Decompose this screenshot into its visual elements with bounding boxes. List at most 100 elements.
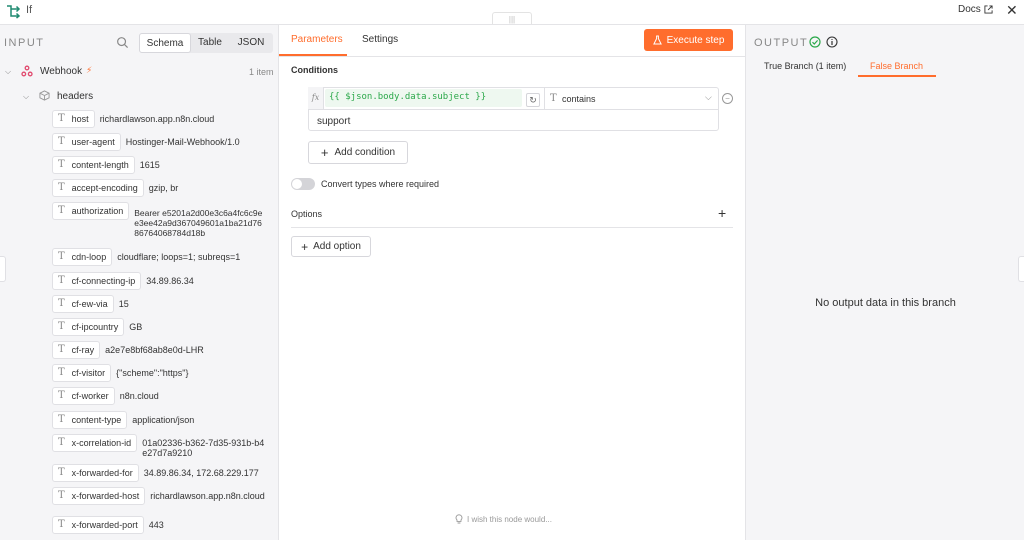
field-key: x-forwarded-port bbox=[71, 520, 138, 530]
field-key: cf-worker bbox=[71, 391, 109, 401]
field-key-pill[interactable]: Tcontent-type bbox=[52, 411, 128, 429]
operator-select[interactable]: contains bbox=[562, 94, 596, 104]
field-key: x-forwarded-for bbox=[71, 468, 133, 478]
flask-icon bbox=[652, 35, 662, 45]
schema-field: Tcf-visitor {"scheme":"https"} bbox=[52, 364, 256, 382]
options-heading: Options bbox=[291, 209, 323, 219]
input-panel-collapse-handle[interactable] bbox=[0, 256, 6, 282]
string-type-icon: T bbox=[58, 367, 65, 378]
empty-output-message: No output data in this branch bbox=[815, 297, 956, 309]
field-key-pill[interactable]: Tcf-connecting-ip bbox=[52, 272, 142, 290]
feedback-link[interactable]: I wish this node would... bbox=[455, 514, 552, 524]
add-options-plus-icon[interactable]: + bbox=[718, 205, 726, 221]
search-icon[interactable] bbox=[116, 36, 129, 49]
field-key: cf-ew-via bbox=[71, 299, 108, 309]
field-value: 1615 bbox=[139, 160, 160, 170]
string-type-icon: T bbox=[58, 205, 65, 216]
field-key: content-type bbox=[71, 415, 122, 425]
field-key-pill[interactable]: Tuser-agent bbox=[52, 133, 121, 151]
docs-label: Docs bbox=[958, 4, 981, 15]
schema-field: Tx-correlation-id 01a02336-b362-7d35-931… bbox=[52, 434, 268, 458]
tab-parameters[interactable]: Parameters bbox=[291, 34, 343, 45]
schema-field: Thost richardlawson.app.n8n.cloud bbox=[52, 110, 270, 128]
left-value-expression[interactable]: {{ $json.body.data.subject }} bbox=[329, 92, 486, 102]
schema-field: Tcontent-length 1615 bbox=[52, 156, 260, 174]
output-panel-collapse-handle[interactable] bbox=[1018, 256, 1024, 282]
display-mode-switch: Schema Table JSON bbox=[139, 33, 273, 53]
schema-field: Tcdn-loop cloudflare; loops=1; subreqs=1 bbox=[52, 248, 267, 266]
chevron-down-icon[interactable]: ⌵ bbox=[5, 67, 11, 77]
field-value: Bearer e5201a2d00e3c6a4fc6c9ee3ee42a9d36… bbox=[134, 208, 263, 238]
field-key: content-length bbox=[71, 160, 129, 170]
node-title[interactable]: If bbox=[26, 4, 32, 16]
schema-field: Tx-forwarded-host richardlawson.app.n8n.… bbox=[52, 487, 278, 505]
field-key-pill[interactable]: Tx-forwarded-for bbox=[52, 464, 139, 482]
webhook-node-label[interactable]: Webhook bbox=[40, 66, 82, 77]
field-key-pill[interactable]: Tx-forwarded-port bbox=[52, 516, 144, 534]
active-tab-indicator bbox=[858, 75, 936, 77]
right-value-input[interactable]: support bbox=[317, 116, 350, 127]
convert-types-label: Convert types where required bbox=[321, 179, 440, 189]
field-key: authorization bbox=[71, 206, 124, 216]
execute-step-button[interactable]: Execute step bbox=[644, 29, 733, 51]
options-divider bbox=[291, 227, 733, 228]
field-key-pill[interactable]: Tcf-visitor bbox=[52, 364, 112, 382]
string-type-icon: T bbox=[58, 113, 65, 124]
field-value: 01a02336-b362-7d35-931b-b4e27d7a9210 bbox=[142, 438, 265, 458]
field-key: x-forwarded-host bbox=[71, 491, 140, 501]
string-type-icon: T bbox=[58, 159, 65, 170]
field-key-pill[interactable]: Thost bbox=[52, 110, 95, 128]
schema-field: Tcf-worker n8n.cloud bbox=[52, 387, 230, 405]
mode-table-button[interactable]: Table bbox=[191, 33, 229, 53]
mode-json-button[interactable]: JSON bbox=[229, 33, 273, 53]
lightbulb-icon bbox=[455, 514, 463, 524]
field-key-pill[interactable]: Tx-correlation-id bbox=[52, 434, 138, 452]
if-node-icon bbox=[7, 5, 21, 19]
string-type-icon: T bbox=[58, 136, 65, 147]
operator-divider bbox=[544, 87, 545, 109]
field-value: richardlawson.app.n8n.cloud bbox=[150, 491, 265, 501]
field-key-pill[interactable]: Tcf-ew-via bbox=[52, 295, 114, 313]
tab-true-branch[interactable]: True Branch (1 item) bbox=[764, 61, 846, 71]
close-icon[interactable]: ✕ bbox=[1006, 3, 1018, 17]
add-option-button[interactable]: + Add option bbox=[291, 236, 371, 257]
string-type-icon: T bbox=[58, 414, 65, 425]
tab-settings[interactable]: Settings bbox=[362, 34, 398, 45]
string-type-icon: T bbox=[58, 390, 65, 401]
field-value: 443 bbox=[148, 520, 164, 530]
parameters-panel: Parameters Settings Execute step Conditi… bbox=[279, 24, 745, 540]
tabs-divider bbox=[279, 56, 745, 57]
headers-label[interactable]: headers bbox=[57, 91, 93, 102]
field-key: x-correlation-id bbox=[71, 438, 132, 448]
field-key-pill[interactable]: Taccept-encoding bbox=[52, 179, 144, 197]
chevron-down-icon[interactable]: ⌵ bbox=[23, 92, 29, 102]
field-key-pill[interactable]: Tcontent-length bbox=[52, 156, 135, 174]
condition-row-divider bbox=[308, 109, 719, 110]
remove-condition-icon[interactable]: − bbox=[722, 93, 733, 104]
field-key-pill[interactable]: Tx-forwarded-host bbox=[52, 487, 146, 505]
schema-field: Tx-forwarded-port 443 bbox=[52, 516, 259, 534]
schema-field: Tx-forwarded-for 34.89.86.34, 172.68.229… bbox=[52, 464, 274, 482]
field-key-pill[interactable]: Tcf-worker bbox=[52, 387, 115, 405]
tab-false-branch[interactable]: False Branch bbox=[870, 61, 923, 71]
field-key-pill[interactable]: Tcdn-loop bbox=[52, 248, 113, 266]
reset-icon[interactable]: ↻ bbox=[526, 93, 540, 107]
chevron-down-icon[interactable]: ⌵ bbox=[705, 92, 712, 103]
add-condition-button[interactable]: + Add condition bbox=[308, 141, 408, 164]
schema-field: Tcf-ipcountry GB bbox=[52, 318, 239, 336]
info-icon[interactable] bbox=[826, 36, 838, 48]
field-key-pill[interactable]: Tcf-ipcountry bbox=[52, 318, 125, 336]
field-value: n8n.cloud bbox=[119, 391, 159, 401]
field-value: gzip, br bbox=[148, 183, 179, 193]
field-key-pill[interactable]: Tcf-ray bbox=[52, 341, 101, 359]
docs-link[interactable]: Docs bbox=[958, 4, 993, 15]
field-value: richardlawson.app.n8n.cloud bbox=[99, 114, 215, 124]
string-type-icon: T bbox=[58, 467, 65, 478]
field-key-pill[interactable]: Tauthorization bbox=[52, 202, 130, 220]
output-panel-title: OUTPUT bbox=[754, 37, 809, 49]
conditions-heading: Conditions bbox=[291, 65, 338, 75]
convert-types-toggle[interactable] bbox=[291, 178, 315, 190]
schema-field: Tuser-agent Hostinger-Mail-Webhook/1.0 bbox=[52, 133, 276, 151]
mode-schema-button[interactable]: Schema bbox=[139, 33, 191, 53]
schema-field: Tauthorization Bearer e5201a2d00e3c6a4fc… bbox=[52, 202, 264, 238]
